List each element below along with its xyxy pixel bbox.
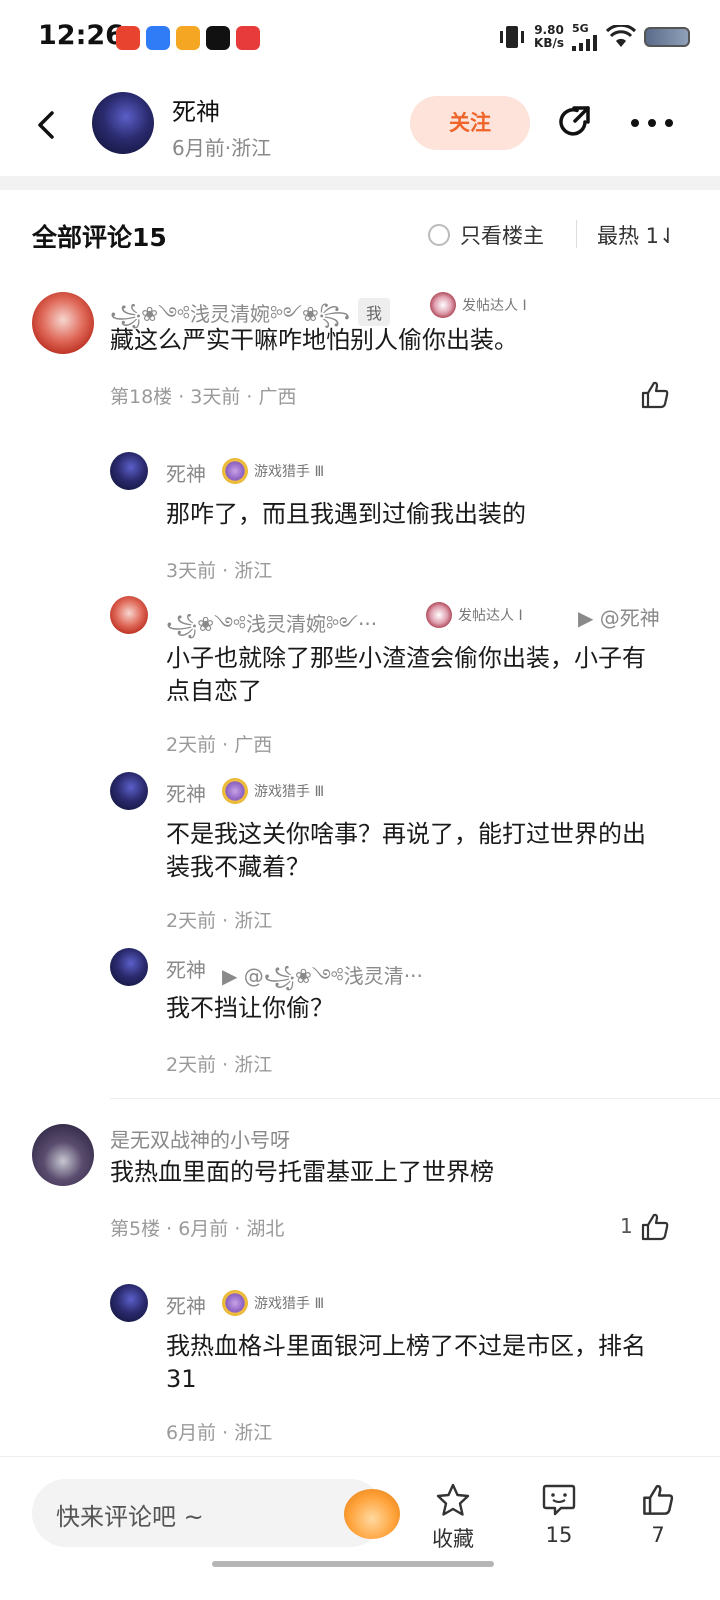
comment-meta: 第18楼 · 3天前 · 广西 (110, 386, 297, 408)
collect-label: 收藏 (432, 1527, 474, 1551)
like-icon (643, 1484, 674, 1515)
home-indicator[interactable] (212, 1561, 494, 1567)
comments-title: 全部评论15 (32, 223, 167, 252)
like-icon[interactable] (640, 380, 670, 410)
more-icon[interactable] (630, 118, 674, 128)
notification-icons (116, 26, 260, 50)
like-button[interactable]: 7 (638, 1483, 678, 1547)
reply-meta: 2天前 · 广西 (166, 734, 273, 756)
reply-meta: 2天前 · 浙江 (166, 1054, 273, 1076)
op-only-toggle[interactable]: 只看楼主 (428, 220, 544, 250)
author-meta: 6月前·浙江 (172, 136, 272, 160)
replier-name[interactable]: 死神 (166, 954, 206, 983)
author-name[interactable]: 死神 (172, 92, 220, 127)
app-notification-icon (176, 26, 200, 50)
comments-header: 全部评论15 只看楼主 最热 1⇃ (0, 200, 720, 266)
collect-button[interactable]: 收藏 (428, 1483, 478, 1553)
app-notification-icon (146, 26, 170, 50)
replier-avatar[interactable] (110, 948, 148, 986)
reply-item: ꧁❀༺浅灵清婉༻··· 发帖达人 Ⅰ ▶ @死神 小子也就除了那些小渣渣会偷你出… (0, 596, 720, 766)
commenter-name[interactable]: 是无双战神的小号呀 (110, 1124, 290, 1153)
network-type: 5G (572, 22, 589, 35)
reply-text: 小子也就除了那些小渣渣会偷你出装，小子有点自恋了 (166, 644, 646, 705)
share-icon[interactable] (555, 102, 595, 142)
comment-input[interactable]: 快来评论吧 ~ (32, 1479, 400, 1547)
comment-count-button[interactable]: 15 (536, 1483, 582, 1547)
reply-text: 我不挡让你偷？ (166, 994, 334, 1022)
star-icon (436, 1483, 470, 1516)
status-bar: 12:26 9.80 KB/s 5G (0, 0, 720, 76)
reply-meta: 6月前 · 浙江 (166, 1422, 273, 1444)
vibrate-icon (500, 25, 525, 48)
replier-avatar[interactable] (110, 772, 148, 810)
replier-name[interactable]: 死神 (166, 458, 206, 487)
app-notification-icon (116, 26, 140, 50)
op-only-label: 只看楼主 (460, 224, 544, 248)
replier-avatar[interactable] (110, 1284, 148, 1322)
comment-divider (110, 1098, 720, 1099)
poster-badge-icon (430, 292, 456, 318)
signal-icon (572, 35, 597, 51)
hunter-badge-icon (222, 1290, 248, 1316)
divider (576, 220, 577, 248)
reply-item: 死神 游戏猎手 Ⅲ 我热血格斗里面银河上榜了不过是市区，排名31 6月前 · 浙… (0, 1284, 720, 1454)
reply-item: 死神 游戏猎手 Ⅲ 不是我这关你啥事？再说了，能打过世界的出装我不藏着？ 2天前… (0, 772, 720, 932)
sort-dropdown[interactable]: 最热 1⇃ (597, 220, 677, 250)
hunter-badge-icon (222, 778, 248, 804)
comment-count: 15 (545, 1523, 573, 1547)
poster-badge-icon (426, 602, 452, 628)
section-divider (0, 176, 720, 190)
comment-text: 藏这么严实干嘛咋地怕别人偷你出装。 (110, 326, 518, 354)
back-icon[interactable] (32, 110, 62, 140)
reply-text: 那咋了，而且我遇到过偷我出装的 (166, 500, 526, 528)
replier-name[interactable]: 死神 (166, 1290, 206, 1319)
replier-name[interactable]: 死神 (166, 778, 206, 807)
replier-avatar[interactable] (110, 452, 148, 490)
radio-icon[interactable] (428, 224, 450, 246)
reply-meta: 2天前 · 浙江 (166, 910, 273, 932)
bottom-action-bar: 快来评论吧 ~ 收藏 15 7 (0, 1456, 720, 1600)
battery-icon (644, 26, 690, 47)
author-avatar[interactable] (92, 92, 154, 154)
user-badge: 发帖达人 Ⅰ (426, 602, 523, 628)
like-total: 7 (651, 1523, 665, 1547)
comment-text: 我热血里面的号托雷基亚上了世界榜 (110, 1158, 494, 1186)
comment-meta: 第5楼 · 6月前 · 湖北 (110, 1218, 285, 1240)
like-icon[interactable] (640, 1212, 670, 1242)
reply-text: 不是我这关你啥事？再说了，能打过世界的出装我不藏着？ (166, 820, 646, 881)
post-header: 死神 6月前·浙江 关注 (0, 80, 720, 176)
reply-meta: 3天前 · 浙江 (166, 560, 273, 582)
comment-item: 是无双战神的小号呀 我热血里面的号托雷基亚上了世界榜 第5楼 · 6月前 · 湖… (0, 1120, 720, 1250)
user-badge: 游戏猎手 Ⅲ (222, 1290, 324, 1316)
network-speed: 9.80 KB/s (534, 22, 564, 50)
comment-item: ꧁❀༺浅灵清婉༻❀꧂ 我 发帖达人 Ⅰ 藏这么严实干嘛咋地怕别人偷你出装。 第18… (0, 288, 720, 418)
comment-input-placeholder: 快来评论吧 ~ (56, 1503, 204, 1531)
reply-to[interactable]: ▶ @死神 (578, 602, 660, 631)
commenter-avatar[interactable] (32, 292, 94, 354)
app-notification-icon (236, 26, 260, 50)
user-badge: 游戏猎手 Ⅲ (222, 458, 324, 484)
follow-button[interactable]: 关注 (410, 96, 530, 150)
user-badge: 发帖达人 Ⅰ (430, 292, 527, 318)
like-count: 1 (620, 1214, 633, 1238)
hunter-badge-icon (222, 458, 248, 484)
user-badge: 游戏猎手 Ⅲ (222, 778, 324, 804)
wifi-icon (606, 24, 636, 47)
reply-text: 我热血格斗里面银河上榜了不过是市区，排名31 (166, 1332, 646, 1393)
mascot-emoji-icon[interactable] (344, 1489, 400, 1539)
comment-icon (542, 1484, 576, 1516)
replier-avatar[interactable] (110, 596, 148, 634)
reply-item: 死神 ▶ @꧁❀༺浅灵清··· 我不挡让你偷？ 2天前 · 浙江 (0, 948, 720, 1078)
status-right: 9.80 KB/s 5G (498, 22, 690, 51)
commenter-avatar[interactable] (32, 1124, 94, 1186)
reply-item: 死神 游戏猎手 Ⅲ 那咋了，而且我遇到过偷我出装的 3天前 · 浙江 (0, 452, 720, 582)
app-notification-icon (206, 26, 230, 50)
status-time: 12:26 (38, 20, 124, 51)
me-badge: 我 (358, 298, 391, 326)
